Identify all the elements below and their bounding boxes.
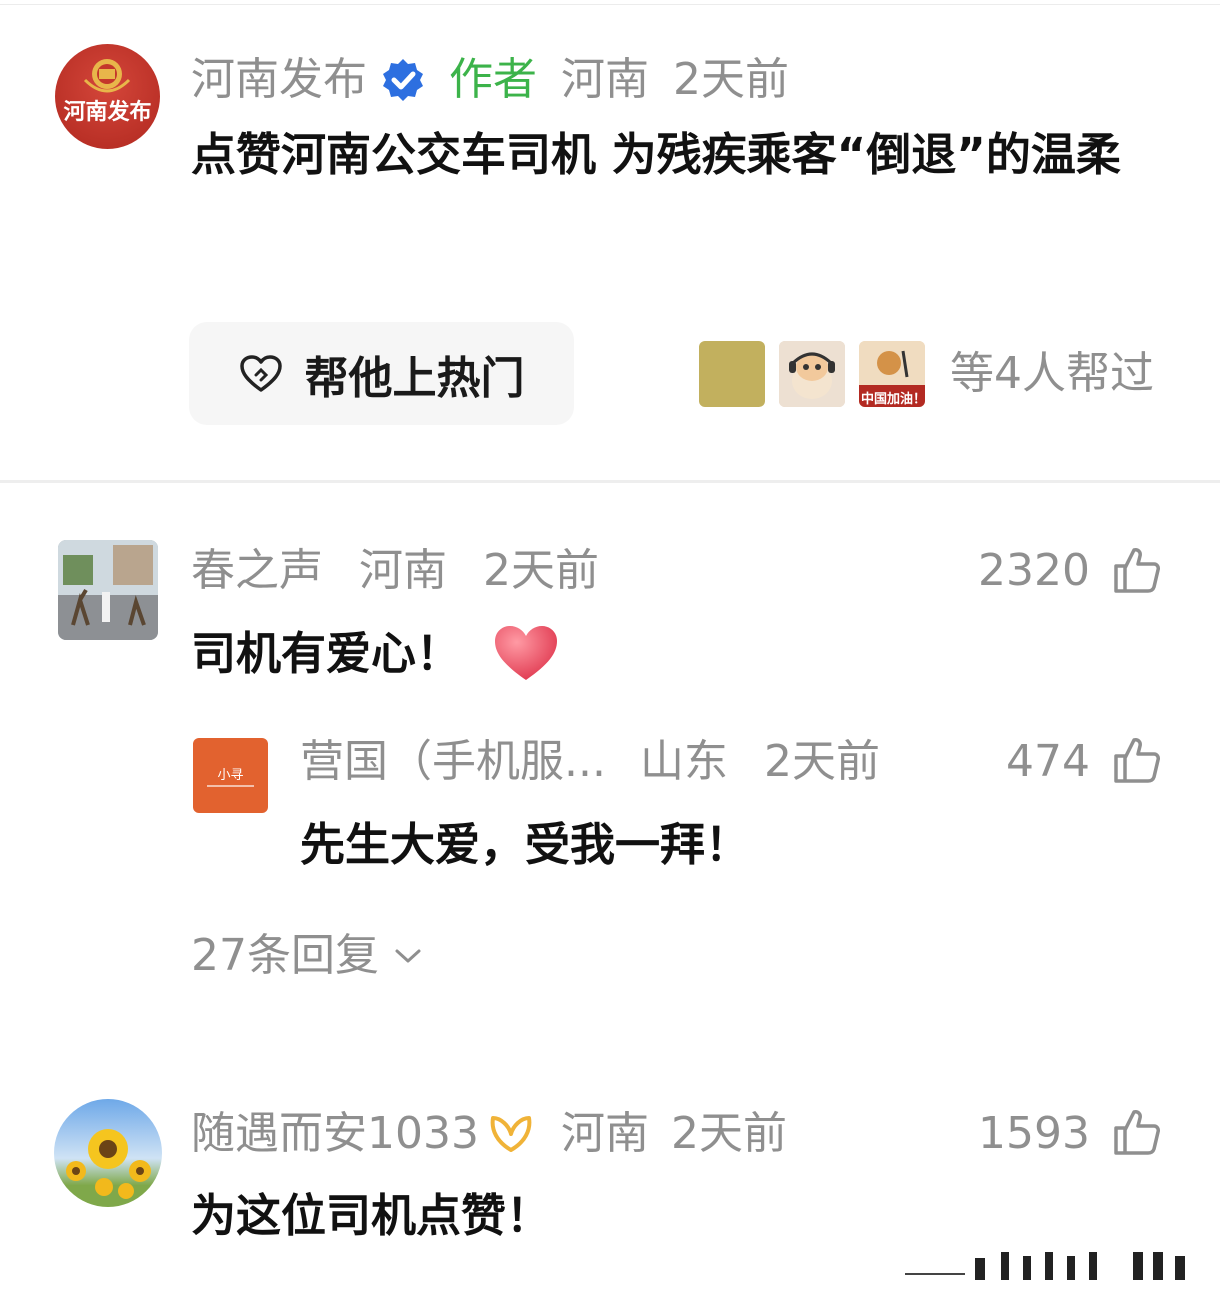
comment-1-like-count: 2320	[978, 545, 1090, 596]
reply-like-count: 474	[1006, 736, 1090, 787]
comment-2-username[interactable]: 随遇而安1033	[191, 1112, 479, 1156]
top-divider	[0, 4, 1220, 5]
member-badge-icon	[487, 1112, 535, 1156]
author-name[interactable]: 河南发布	[191, 58, 367, 102]
comment-1-location: 河南	[359, 545, 447, 596]
watermark-graphic	[905, 1250, 1195, 1284]
reply-time: 2天前	[763, 736, 880, 787]
helper-avatar-3[interactable]: 中国加油！	[859, 341, 925, 407]
reply-text[interactable]: 先生大爱，受我一拜！	[300, 822, 750, 867]
author-tag: 作者	[449, 54, 537, 105]
thumbs-up-icon[interactable]	[1112, 546, 1162, 594]
verified-badge-icon	[379, 56, 427, 104]
post-meta: 河南发布 作者 河南 2天前	[191, 56, 789, 104]
comment-1-text[interactable]: 司机有爱心！	[191, 631, 461, 676]
thumbs-up-icon[interactable]	[1112, 736, 1162, 784]
heart-emoji-icon	[493, 624, 559, 682]
helper-avatar-2[interactable]	[779, 341, 845, 407]
post-time: 2天前	[673, 54, 789, 105]
comment-2-text[interactable]: 为这位司机点赞！	[191, 1193, 551, 1238]
view-replies-link[interactable]: 27条回复	[191, 934, 423, 978]
comment-1-avatar[interactable]	[58, 540, 158, 640]
sunflower-photo	[66, 1129, 151, 1199]
comment-1-time: 2天前	[483, 545, 599, 596]
boost-button-label: 帮他上热门	[304, 352, 525, 404]
comment-1-body: 司机有爱心！	[191, 624, 559, 682]
comment-1-meta: 春之声 河南 2天前	[191, 549, 599, 593]
reply-avatar-line	[207, 785, 254, 787]
reply-location: 山东	[639, 736, 728, 787]
cat-image	[779, 341, 845, 407]
author-avatar[interactable]: 河南发布	[55, 44, 160, 149]
author-avatar-text: 河南发布	[63, 100, 152, 125]
helper-avatar-1[interactable]	[699, 341, 765, 407]
comment-2-time: 2天前	[670, 1108, 787, 1159]
section-divider	[0, 480, 1220, 483]
reply-avatar-text: 小寻	[217, 768, 244, 783]
heart-boost-icon	[239, 354, 282, 392]
thumbs-up-icon[interactable]	[1112, 1108, 1162, 1156]
street-photo	[58, 540, 158, 640]
reply-avatar[interactable]: 小寻	[193, 738, 268, 813]
comment-2-meta: 随遇而安1033 河南 2天前	[191, 1112, 787, 1156]
post-title[interactable]: 点赞河南公交车司机 为残疾乘客“倒退”的温柔	[191, 118, 1176, 192]
comment-2-avatar[interactable]	[54, 1099, 162, 1207]
helper-3-text: 中国加油！	[861, 392, 925, 407]
comment-2-location: 河南	[560, 1108, 649, 1159]
reply-meta: 营国（手机服... 山东 2天前	[300, 740, 880, 784]
boost-button[interactable]: 帮他上热门	[189, 322, 574, 425]
post-location: 河南	[561, 54, 649, 105]
comment-2-like-count: 1593	[978, 1108, 1090, 1159]
chevron-down-icon	[395, 949, 421, 963]
comment-1-username[interactable]: 春之声	[191, 545, 323, 596]
helpers-label[interactable]: 等4人帮过	[950, 352, 1154, 396]
reply-username[interactable]: 营国（手机服...	[300, 736, 606, 787]
replies-count: 27条回复	[191, 930, 379, 981]
